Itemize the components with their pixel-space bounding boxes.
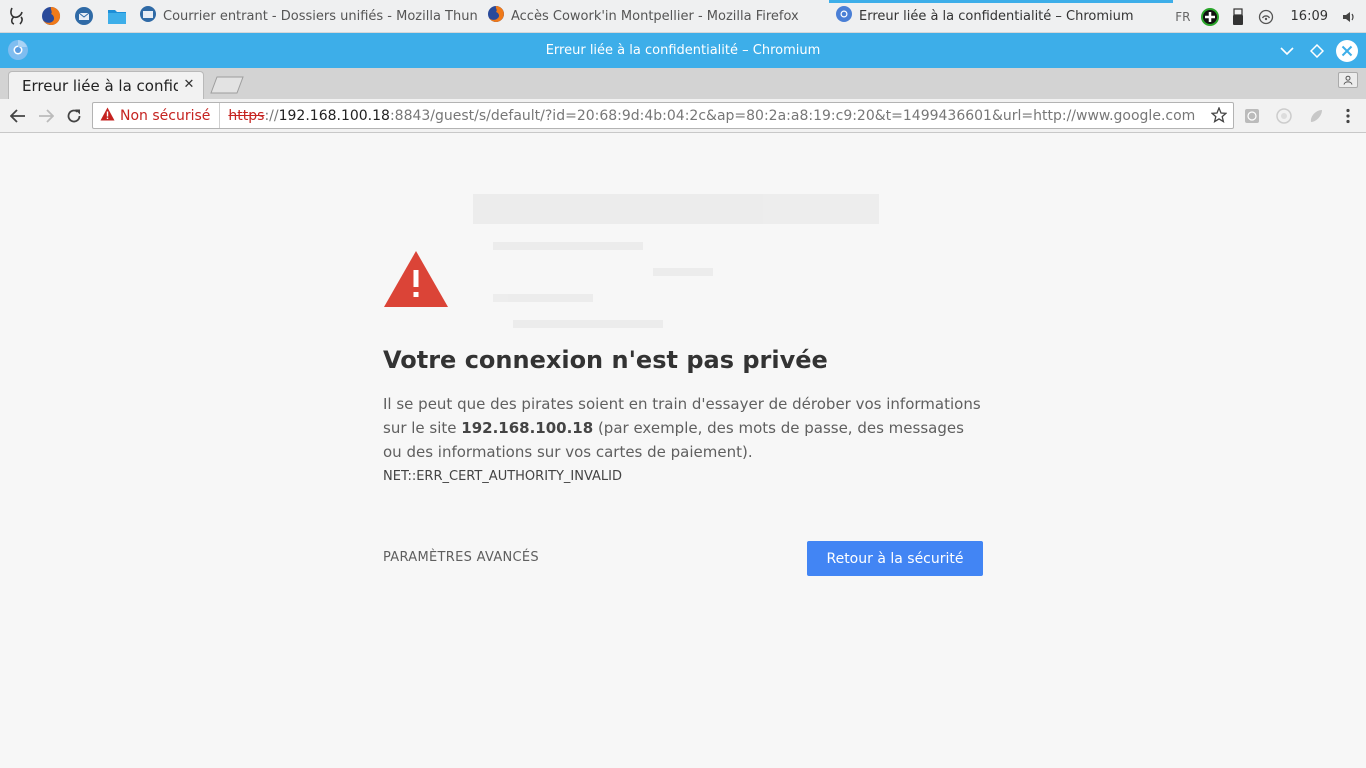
menu-icon[interactable] — [1338, 106, 1358, 126]
taskbar-task-label: Erreur liée à la confidentialité – Chrom… — [859, 8, 1134, 24]
window-controls — [1270, 38, 1360, 64]
taskbar-task-thunderbird[interactable]: Courrier entrant - Dossiers unifiés - Mo… — [133, 0, 481, 33]
security-chip[interactable]: Non sécurisé — [93, 103, 221, 128]
browser-tab-active[interactable]: Erreur liée à la confidentialité ✕ — [8, 71, 204, 99]
page-title: Votre connexion n'est pas privée — [383, 346, 828, 374]
kde-launcher-icon[interactable] — [0, 0, 34, 33]
browser-toolbar: Non sécurisé https://192.168.100.18:8843… — [0, 99, 1366, 133]
error-description: Il se peut que des pirates soient en tra… — [383, 392, 985, 464]
firefox-icon[interactable] — [34, 0, 67, 33]
close-button[interactable] — [1334, 38, 1360, 64]
site-host: 192.168.100.18 — [461, 419, 594, 437]
url-separator: :// — [264, 107, 279, 124]
network-icon[interactable] — [1255, 6, 1277, 28]
url-path: :8843/guest/s/default/?id=20:68:9d:4b:04… — [389, 107, 1196, 124]
new-tab-button[interactable] — [210, 76, 244, 94]
taskbar: Courrier entrant - Dossiers unifiés - Mo… — [0, 0, 1366, 33]
window-title: Erreur liée à la confidentialité – Chrom… — [545, 43, 821, 58]
system-tray: FR 16:09 — [1175, 0, 1366, 33]
url-host: 192.168.100.18 — [278, 107, 390, 124]
tab-strip: Erreur liée à la confidentialité ✕ — [0, 68, 1366, 99]
chromium-icon — [7, 39, 29, 65]
address-bar[interactable]: Non sécurisé https://192.168.100.18:8843… — [92, 102, 1234, 129]
forward-icon[interactable] — [34, 104, 58, 128]
back-icon[interactable] — [6, 104, 30, 128]
taskbar-task-label: Courrier entrant - Dossiers unifiés - Mo… — [163, 8, 478, 24]
extension-icon[interactable] — [1242, 106, 1262, 126]
tab-title: Erreur liée à la confidentialité — [22, 76, 178, 95]
add-icon[interactable] — [1199, 6, 1221, 28]
error-code[interactable]: NET::ERR_CERT_AUTHORITY_INVALID — [383, 469, 622, 484]
back-to-safety-button[interactable]: Retour à la sécurité — [807, 541, 983, 576]
file-manager-icon[interactable] — [100, 0, 133, 33]
firefox-icon — [487, 5, 505, 27]
advanced-settings-button[interactable]: PARAMÈTRES AVANCÉS — [383, 550, 539, 565]
usb-icon[interactable] — [1227, 6, 1249, 28]
security-label: Non sécurisé — [120, 107, 211, 124]
close-tab-icon[interactable]: ✕ — [181, 77, 197, 93]
extension-icon[interactable] — [1274, 106, 1294, 126]
thunderbird-icon[interactable] — [67, 0, 100, 33]
window-titlebar[interactable]: Erreur liée à la confidentialité – Chrom… — [0, 33, 1366, 68]
profile-icon[interactable] — [1338, 72, 1358, 88]
bookmark-star-icon[interactable] — [1210, 106, 1228, 127]
clock[interactable]: 16:09 — [1291, 9, 1328, 24]
maximize-button[interactable] — [1304, 38, 1330, 64]
chromium-icon — [835, 5, 853, 27]
taskbar-task-chromium[interactable]: Erreur liée à la confidentialité – Chrom… — [829, 0, 1173, 33]
url-text[interactable]: https://192.168.100.18:8843/guest/s/defa… — [220, 108, 1195, 124]
keyboard-layout[interactable]: FR — [1175, 10, 1190, 24]
volume-icon[interactable] — [1338, 6, 1360, 28]
thunderbird-icon — [139, 5, 157, 27]
url-scheme: https — [228, 107, 265, 124]
warning-icon — [100, 106, 115, 125]
reload-icon[interactable] — [62, 104, 86, 128]
minimize-button[interactable] — [1274, 38, 1300, 64]
page-content: Votre connexion n'est pas privée Il se p… — [0, 134, 1366, 768]
extension-icon[interactable] — [1306, 106, 1326, 126]
warning-triangle-icon — [383, 250, 449, 312]
taskbar-task-firefox[interactable]: Accès Cowork'in Montpellier - Mozilla Fi… — [481, 0, 829, 33]
taskbar-task-label: Accès Cowork'in Montpellier - Mozilla Fi… — [511, 8, 799, 24]
